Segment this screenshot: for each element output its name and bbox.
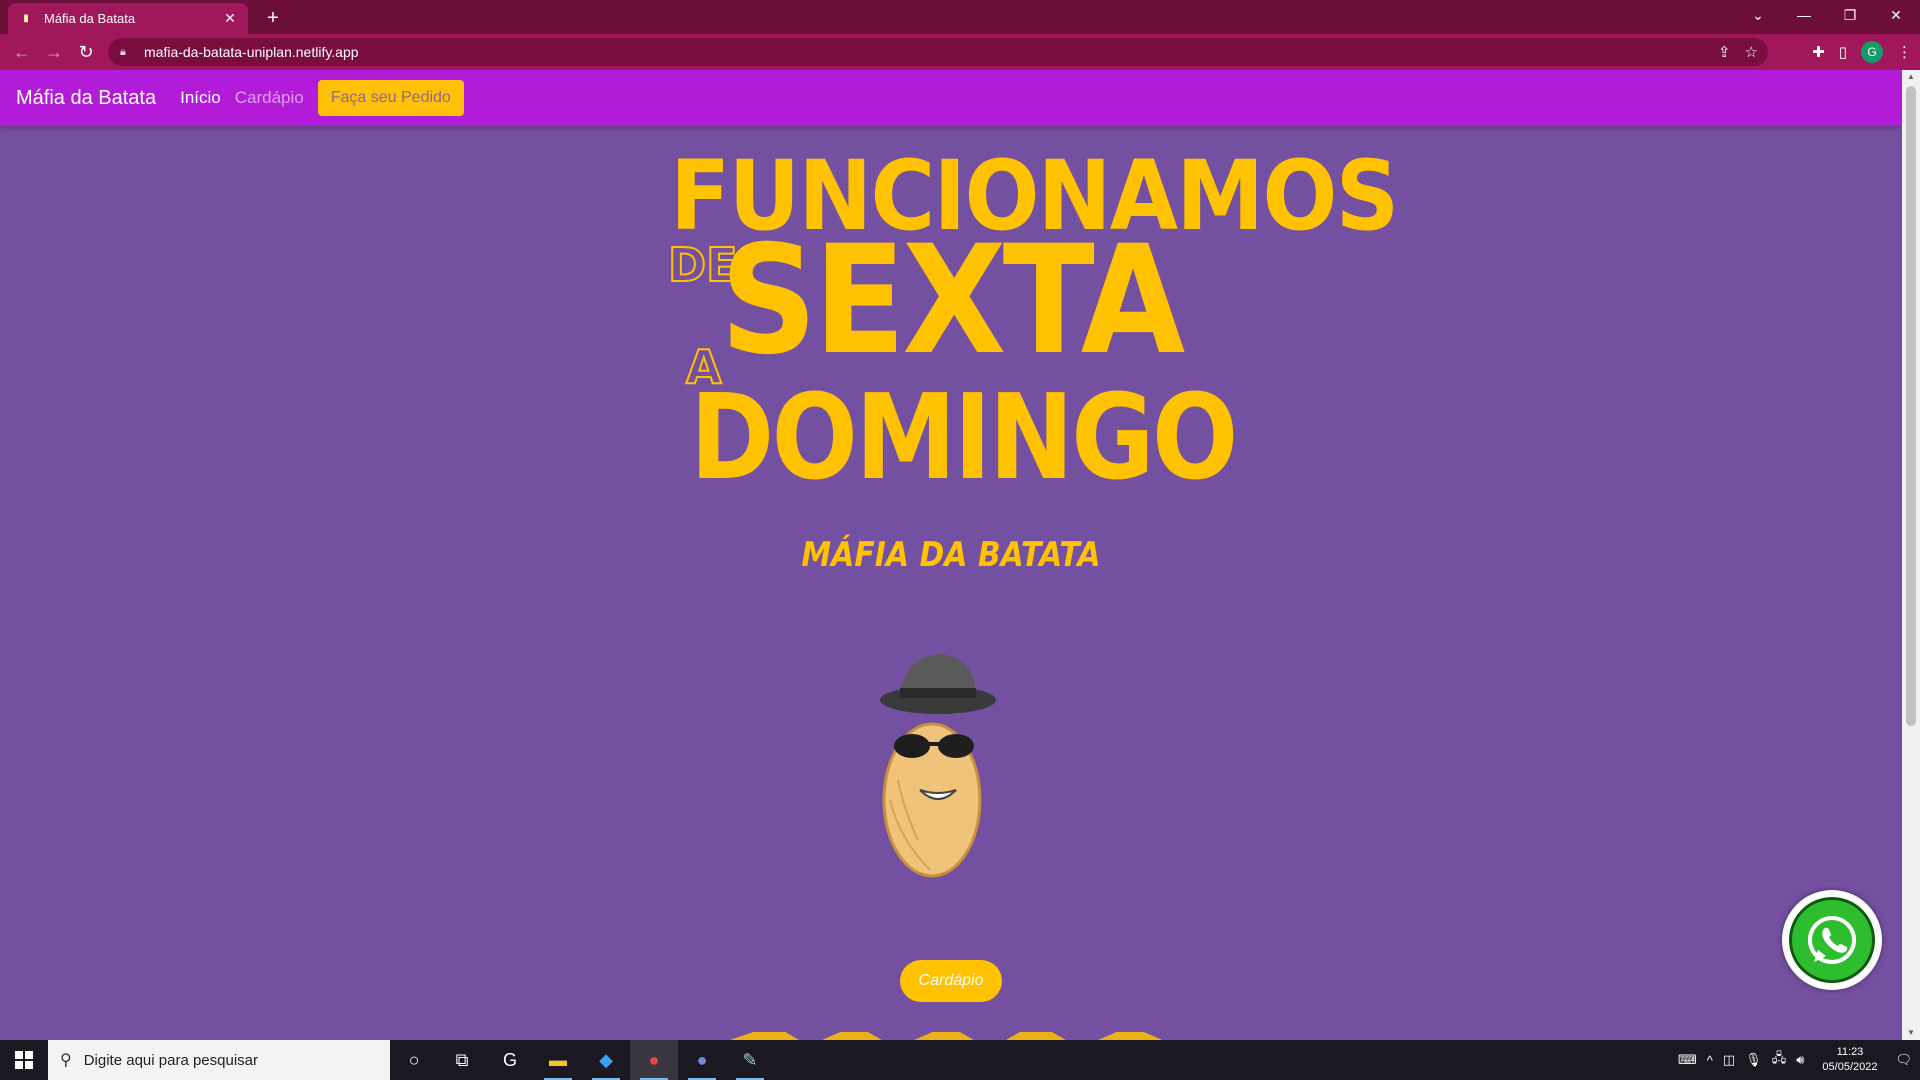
cortana-icon[interactable]: ○ — [390, 1040, 438, 1080]
windows-taskbar: ⚲ Digite aqui para pesquisar ○ ⧉ G ▬ ◆ ●… — [0, 1040, 1920, 1080]
site-favicon-icon: ▮ — [23, 13, 29, 24]
url-text: mafia-da-batata-uniplan.netlify.app — [144, 44, 359, 60]
browser-tab[interactable]: ▮ Máfia da Batata ✕ — [8, 3, 248, 34]
reload-button[interactable]: ↻ — [70, 36, 102, 68]
next-section-heading-peek — [730, 1032, 1163, 1040]
clock-time: 11:23 — [1836, 1046, 1864, 1058]
paint-app-icon[interactable]: ✎ — [726, 1040, 774, 1080]
clock-date: 05/05/2022 — [1822, 1061, 1878, 1073]
whatsapp-icon — [1789, 897, 1875, 983]
potato-mascot-image — [880, 654, 996, 878]
taskbar-search-placeholder: Digite aqui para pesquisar — [83, 1051, 258, 1069]
discord-icon[interactable]: ● — [678, 1040, 726, 1080]
scroll-up-arrow-icon[interactable]: ▲ — [1902, 70, 1920, 84]
menu-cta-button[interactable]: Cardápio — [900, 960, 1002, 1002]
browser-tab-strip: ▮ Máfia da Batata ✕ + ⌄ — ❐ ✕ — [0, 0, 1920, 34]
whatsapp-button[interactable] — [1782, 890, 1882, 990]
minimize-button[interactable]: — — [1782, 0, 1826, 30]
page-scrollbar[interactable]: ▲ ▼ — [1902, 70, 1920, 1040]
chrome-taskbar-icon[interactable]: ● — [630, 1040, 678, 1080]
hero-line-sexta: SEXTA — [720, 214, 1185, 388]
nav-menu-link[interactable]: Cardápio — [235, 88, 304, 108]
network-icon[interactable]: 🖧︎ — [1772, 1049, 1787, 1071]
nav-home-link[interactable]: Início — [180, 88, 221, 108]
lock-icon: 🔒︎ — [120, 45, 126, 58]
profile-avatar[interactable]: G — [1861, 41, 1883, 63]
notifications-icon[interactable]: 🗨︎ — [1895, 1052, 1912, 1068]
page-viewport: Máfia da Batata Início Cardápio Faça seu… — [0, 70, 1920, 1040]
windows-logo-icon — [15, 1051, 33, 1069]
address-bar-row: ← → ↻ 🔒︎ mafia-da-batata-uniplan.netlify… — [0, 34, 1920, 70]
taskbar-search-box[interactable]: ⚲ Digite aqui para pesquisar — [48, 1040, 390, 1080]
tab-title: Máfia da Batata — [44, 11, 136, 26]
vscode-icon[interactable]: ◆ — [582, 1040, 630, 1080]
tab-search-icon[interactable]: ⌄ — [1736, 0, 1780, 30]
logitech-icon[interactable]: G — [486, 1040, 534, 1080]
chrome-menu-icon[interactable]: ⋮ — [1897, 43, 1912, 61]
extensions-icon[interactable]: ✚ — [1812, 43, 1825, 61]
site-brand[interactable]: Máfia da Batata — [16, 87, 156, 110]
system-tray: ⌨ ^ ◫ 🎙︎ 🖧︎ 🔊︎ 11:23 05/05/2022 🗨︎ — [1678, 1040, 1920, 1080]
hero-subtitle: MÁFIA DA BATATA — [801, 535, 1101, 575]
restore-button[interactable]: ❐ — [1828, 0, 1872, 30]
close-window-button[interactable]: ✕ — [1874, 0, 1918, 30]
bookmark-star-icon[interactable]: ☆ — [1745, 43, 1758, 61]
tab-close-icon[interactable]: ✕ — [222, 10, 238, 27]
back-button[interactable]: ← — [6, 36, 38, 68]
volume-icon[interactable]: 🔊︎ — [1796, 1052, 1804, 1068]
tray-overflow-chevron-icon[interactable]: ^ — [1707, 1053, 1713, 1068]
webcam-icon[interactable]: ◫ — [1723, 1052, 1735, 1068]
omnibox[interactable]: 🔒︎ mafia-da-batata-uniplan.netlify.app ⇪… — [108, 38, 1768, 66]
task-view-icon[interactable]: ⧉ — [438, 1040, 486, 1080]
keyboard-layout-icon[interactable]: ⌨ — [1678, 1052, 1697, 1068]
windows-start-button[interactable] — [0, 1040, 48, 1080]
side-panel-icon[interactable]: ▯ — [1839, 43, 1847, 61]
search-icon: ⚲ — [60, 1052, 72, 1069]
hero-schedule-graphic: FUNCIONAMOS DE SEXTA A DOMINGO — [650, 140, 1399, 560]
toolbar-icons: ✚ ▯ G ⋮ — [1812, 34, 1912, 70]
forward-button[interactable]: → — [38, 36, 70, 68]
scroll-down-arrow-icon[interactable]: ▼ — [1902, 1026, 1920, 1040]
microphone-icon[interactable]: 🎙︎ — [1745, 1052, 1762, 1068]
hero-line-domingo: DOMINGO — [690, 368, 1238, 506]
site-navbar: Máfia da Batata Início Cardápio Faça seu… — [0, 70, 1902, 126]
new-tab-button[interactable]: + — [260, 5, 286, 31]
scrollbar-thumb[interactable] — [1906, 86, 1916, 726]
share-icon[interactable]: ⇪ — [1718, 43, 1731, 61]
file-explorer-icon[interactable]: ▬ — [534, 1040, 582, 1080]
taskbar-clock[interactable]: 11:23 05/05/2022 — [1822, 1045, 1877, 1075]
order-button[interactable]: Faça seu Pedido — [317, 80, 464, 116]
